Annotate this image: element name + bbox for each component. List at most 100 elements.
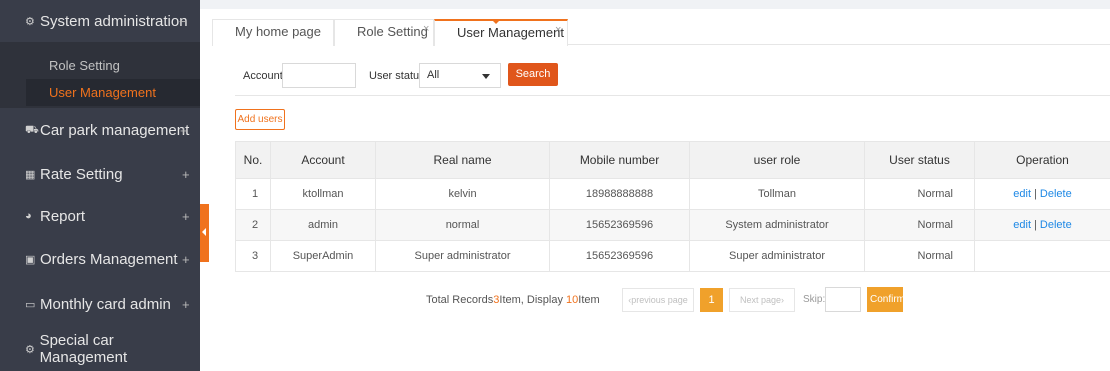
delete-link[interactable]: Delete: [1040, 219, 1072, 231]
edit-link[interactable]: edit: [1013, 219, 1031, 231]
table-row: 2 admin normal 15652369596 System admini…: [235, 209, 1110, 241]
top-strip: [200, 0, 1110, 9]
column-header: user role: [689, 141, 865, 179]
menu-label: Special car Management: [39, 332, 128, 366]
expand-sign: +: [182, 208, 190, 224]
tab-label: User Management: [457, 25, 564, 40]
cell-account: SuperAdmin: [270, 240, 376, 272]
cell-account: ktollman: [270, 178, 376, 210]
cell-role: System administrator: [689, 209, 865, 241]
sidebar-collapse-toggle[interactable]: [200, 204, 209, 262]
cell-status: Normal: [864, 209, 975, 241]
menu-orders-management[interactable]: ▣ Orders Management +: [0, 237, 200, 282]
account-label: Account:: [243, 70, 286, 82]
menu-label: System administration: [40, 12, 188, 30]
cell-no: 2: [235, 209, 271, 241]
menu-rate-setting[interactable]: ▦ Rate Setting +: [0, 153, 200, 195]
menu-label: Orders Management: [40, 251, 178, 268]
close-icon[interactable]: ×: [555, 18, 561, 42]
cell-status: Normal: [864, 240, 975, 272]
menu-system-administration[interactable]: ⚙ System administration −: [0, 0, 200, 42]
skip-page-input[interactable]: [825, 287, 861, 312]
user-status-select[interactable]: All: [419, 63, 501, 88]
cell-operation: [974, 240, 1110, 272]
user-status-selected: All: [427, 69, 440, 81]
search-button[interactable]: Search: [508, 63, 558, 86]
submenu-item-role-setting[interactable]: Role Setting: [0, 52, 200, 79]
cell-role: Super administrator: [689, 240, 865, 272]
skip-label: Skip:: [803, 294, 826, 305]
current-page-button[interactable]: 1: [700, 288, 723, 312]
cell-mobile: 15652369596: [549, 209, 690, 241]
separator: |: [1034, 219, 1037, 231]
column-header: User status: [864, 141, 975, 179]
cell-real-name: normal: [375, 209, 550, 241]
table-row: 1 ktollman kelvin 18988888888 Tollman No…: [235, 178, 1110, 210]
confirm-button[interactable]: Confirm: [867, 287, 903, 312]
edit-link[interactable]: edit: [1013, 188, 1031, 200]
expand-sign: +: [182, 252, 190, 267]
cell-operation: edit | Delete: [974, 209, 1110, 241]
close-icon[interactable]: ×: [423, 17, 429, 41]
submenu-system-administration: Role Setting User Management: [0, 42, 200, 108]
cell-no: 1: [235, 178, 271, 210]
cell-account: admin: [270, 209, 376, 241]
users-table: No. Account Real name Mobile number user…: [235, 141, 1110, 272]
collapse-sign: −: [179, 13, 187, 29]
cell-mobile: 18988888888: [549, 178, 690, 210]
tab-label: My home page: [235, 24, 321, 39]
expand-sign: +: [182, 166, 190, 182]
cell-real-name: kelvin: [375, 178, 550, 210]
menu-label: Report: [40, 207, 86, 225]
submenu-item-user-management[interactable]: User Management: [26, 79, 200, 106]
cell-no: 3: [235, 240, 271, 272]
card-icon: ▭: [25, 299, 36, 311]
menu-label: Monthly card admin: [40, 296, 171, 313]
cell-real-name: Super administrator: [375, 240, 550, 272]
cell-operation: edit | Delete: [974, 178, 1110, 210]
tab-user-management[interactable]: User Management ×: [434, 19, 568, 46]
previous-page-button[interactable]: ‹previous page: [622, 288, 694, 312]
gear-icon: ⚙: [25, 343, 35, 356]
gear-icon: ⚙: [25, 15, 35, 28]
expand-sign: +: [182, 297, 190, 312]
menu-monthly-card-admin[interactable]: ▭ Monthly card admin +: [0, 282, 200, 327]
delete-link[interactable]: Delete: [1040, 188, 1072, 200]
table-header-row: No. Account Real name Mobile number user…: [235, 141, 1110, 179]
cell-mobile: 15652369596: [549, 240, 690, 272]
tab-my-home-page[interactable]: My home page: [212, 19, 334, 46]
pagination-summary: Total Records3Item, Display 10Item: [426, 294, 600, 306]
tab-role-setting[interactable]: Role Setting ×: [334, 19, 434, 46]
orders-icon: ▣: [25, 254, 36, 266]
menu-car-park-management[interactable]: ⛟ Car park management +: [0, 108, 200, 153]
column-header: Operation: [974, 141, 1110, 179]
expand-sign: +: [180, 123, 188, 138]
menu-report[interactable]: ◕ Report +: [0, 195, 200, 237]
tab-label: Role Setting: [357, 24, 428, 39]
column-header: No.: [235, 141, 271, 179]
app-root: ⚙ System administration − Role Setting U…: [0, 0, 1110, 371]
cell-status: Normal: [864, 178, 975, 210]
menu-label: Car park management: [40, 122, 190, 139]
menu-special-car-management[interactable]: ⚙ Special car Management: [0, 327, 200, 371]
total-records-label: Total Records: [426, 294, 494, 306]
separator: |: [1034, 188, 1037, 200]
next-page-button[interactable]: Next page›: [729, 288, 795, 312]
triangle-left-icon: [202, 228, 206, 236]
divider: [235, 95, 1110, 96]
tab-bar: My home page Role Setting × User Managem…: [212, 9, 1110, 46]
total-unit: Item,: [499, 294, 524, 306]
column-header: Account: [270, 141, 376, 179]
display-label: Display: [526, 294, 563, 306]
cell-role: Tollman: [689, 178, 865, 210]
display-count: 10: [566, 294, 579, 306]
menu-label: Rate Setting: [40, 165, 123, 183]
account-input[interactable]: [282, 63, 356, 88]
sidebar: ⚙ System administration − Role Setting U…: [0, 0, 200, 371]
car-icon: ⛟: [25, 123, 39, 136]
column-header: Real name: [375, 141, 550, 179]
table-row: 3 SuperAdmin Super administrator 1565236…: [235, 240, 1110, 272]
add-users-button[interactable]: Add users: [235, 109, 285, 130]
grid-icon: ▦: [25, 168, 36, 181]
display-unit: Item: [578, 294, 600, 306]
